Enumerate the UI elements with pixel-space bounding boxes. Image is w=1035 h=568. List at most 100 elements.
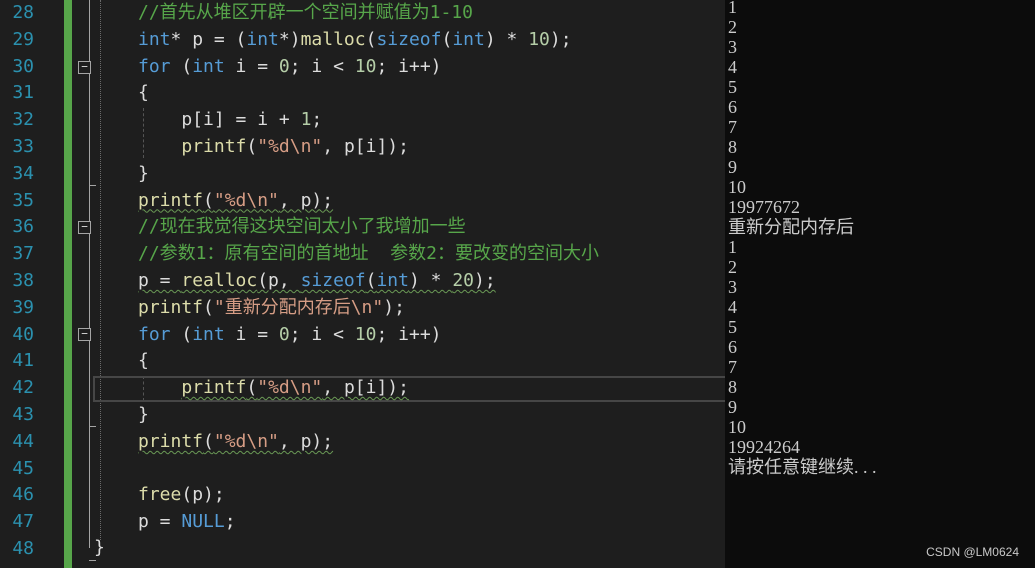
line-number: 39 <box>12 296 34 318</box>
line-number: 35 <box>12 189 34 211</box>
line-number: 44 <box>12 430 34 452</box>
code-token: ); <box>383 296 405 318</box>
code-token: ; <box>311 109 323 131</box>
code-token: malloc <box>300 28 366 50</box>
code-line[interactable]: for (int i = 0; i < 10; i++) <box>138 322 442 349</box>
console-line: 9 <box>728 157 737 177</box>
console-line: 8 <box>728 377 737 397</box>
code-line[interactable]: free(p); <box>138 482 225 509</box>
code-line[interactable]: //参数1：原有空间的首地址 参数2：要改变的空间大小 <box>138 241 599 268</box>
code-token: int <box>452 28 485 50</box>
code-token: , p[i]); <box>322 136 409 157</box>
code-token: p[i] = i + <box>138 109 301 131</box>
console-line: 3 <box>728 37 737 57</box>
code-token: } <box>138 404 149 425</box>
code-token: printf <box>138 430 204 452</box>
line-number: 28 <box>12 2 34 23</box>
console-line: 7 <box>728 357 737 377</box>
collapse-icon[interactable]: − <box>78 328 91 341</box>
collapse-icon[interactable]: − <box>78 221 91 234</box>
line-number: 47 <box>12 511 34 533</box>
code-token: ( <box>170 323 193 345</box>
code-line[interactable]: } <box>138 402 149 429</box>
line-number: 48 <box>12 538 34 559</box>
code-token: 1 <box>300 109 312 131</box>
code-token: printf <box>181 377 247 399</box>
console-line: 10 <box>728 417 746 437</box>
code-line[interactable]: for (int i = 0; i < 10; i++) <box>138 54 442 81</box>
line-number-gutter: 28 29 30 31 32 33 34 35 36 37 38 39 40 41 42 43 44 45 46 47… <box>0 0 40 568</box>
code-token: NULL <box>181 511 225 533</box>
code-line[interactable]: printf("重新分配内存后\n"); <box>138 295 405 322</box>
code-token: 10 <box>354 323 377 345</box>
code-token: sizeof <box>376 28 442 50</box>
line-number: 30 <box>12 55 34 77</box>
console-line: 1 <box>728 237 737 257</box>
code-line[interactable]: p = realloc(p, sizeof(int) * 20); <box>138 268 496 295</box>
code-line[interactable]: p[i] = i + 1; <box>138 107 322 134</box>
code-token: free <box>138 484 182 506</box>
code-token: int <box>192 55 225 77</box>
line-number: 40 <box>12 323 34 345</box>
code-line[interactable]: //现在我觉得这块空间太小了我增加一些 <box>138 214 466 241</box>
code-token: , p); <box>278 430 334 452</box>
code-token: "%d\n" <box>213 189 279 211</box>
code-token: } <box>138 162 149 184</box>
code-token: ( <box>246 136 258 157</box>
watermark: CSDN @LM0624 <box>926 545 1019 559</box>
console-line: 请按任意键继续. . . <box>728 457 877 477</box>
code-token: ( <box>246 377 258 399</box>
console-line: 19977672 <box>728 197 800 217</box>
code-line[interactable]: int* p = (int*)malloc(sizeof(int) * 10); <box>138 27 572 54</box>
code-token: ; i < <box>289 55 355 77</box>
code-token: ; i++) <box>376 323 442 345</box>
console-window[interactable]: 1 2 3 4 5 6 7 8 9 10 19977672 重新分配内存后 1 2 3 4 5 6 7 8 9 10 199… <box>725 0 1035 568</box>
code-token: //现在我觉得这块空间太小了我增加一些 <box>138 216 466 238</box>
console-line: 19924264 <box>728 437 800 457</box>
code-line[interactable]: //首先从堆区开辟一个空间并赋值为1-10 <box>138 0 473 27</box>
code-token: ( <box>365 270 377 291</box>
console-line: 1 <box>728 0 737 17</box>
fold-end-tick <box>89 185 96 186</box>
code-editor[interactable]: 28 29 30 31 32 33 34 35 36 37 38 39 40 41 42 43 44 45 46 47… <box>0 0 725 568</box>
code-token: , p[i]); <box>322 377 409 399</box>
closing-brace: } <box>94 537 105 558</box>
line-number: 42 <box>12 377 34 399</box>
code-line[interactable]: printf("%d\n", p[i]); <box>138 134 409 161</box>
console-line: 6 <box>728 97 737 117</box>
code-token: for <box>138 323 171 345</box>
code-token: "%d\n" <box>257 136 323 157</box>
code-token: { <box>138 350 149 372</box>
code-token: (p, <box>257 270 301 291</box>
code-line[interactable]: printf("%d\n", p); <box>138 188 333 215</box>
code-token: realloc <box>181 270 258 291</box>
console-line: 7 <box>728 117 737 137</box>
code-line[interactable]: printf("%d\n", p); <box>138 429 333 456</box>
code-line[interactable]: p = NULL; <box>138 509 236 536</box>
console-line: 10 <box>728 177 746 197</box>
code-token: ) * <box>484 28 529 50</box>
code-token: 20 <box>452 270 475 291</box>
line-number: 45 <box>12 457 34 479</box>
code-token: "%d\n" <box>213 430 279 452</box>
code-token: 10 <box>354 55 377 77</box>
line-number: 46 <box>12 484 34 506</box>
code-line[interactable]: { <box>138 348 149 375</box>
code-token: printf <box>181 136 247 157</box>
code-token: ( <box>365 28 377 50</box>
code-line[interactable]: printf("%d\n", p[i]); <box>138 375 409 402</box>
code-token: 0 <box>278 55 290 77</box>
console-line: 5 <box>728 317 737 337</box>
line-number: 36 <box>12 216 34 238</box>
code-token: for <box>138 55 171 77</box>
code-line[interactable]: { <box>138 80 149 107</box>
code-token: ( <box>170 55 193 77</box>
code-line[interactable]: } <box>138 161 149 188</box>
collapse-icon[interactable]: − <box>78 61 91 74</box>
code-token: printf <box>138 189 204 211</box>
code-token: int <box>138 28 171 50</box>
code-token: ; i < <box>289 323 355 345</box>
code-token: , p); <box>278 189 334 211</box>
